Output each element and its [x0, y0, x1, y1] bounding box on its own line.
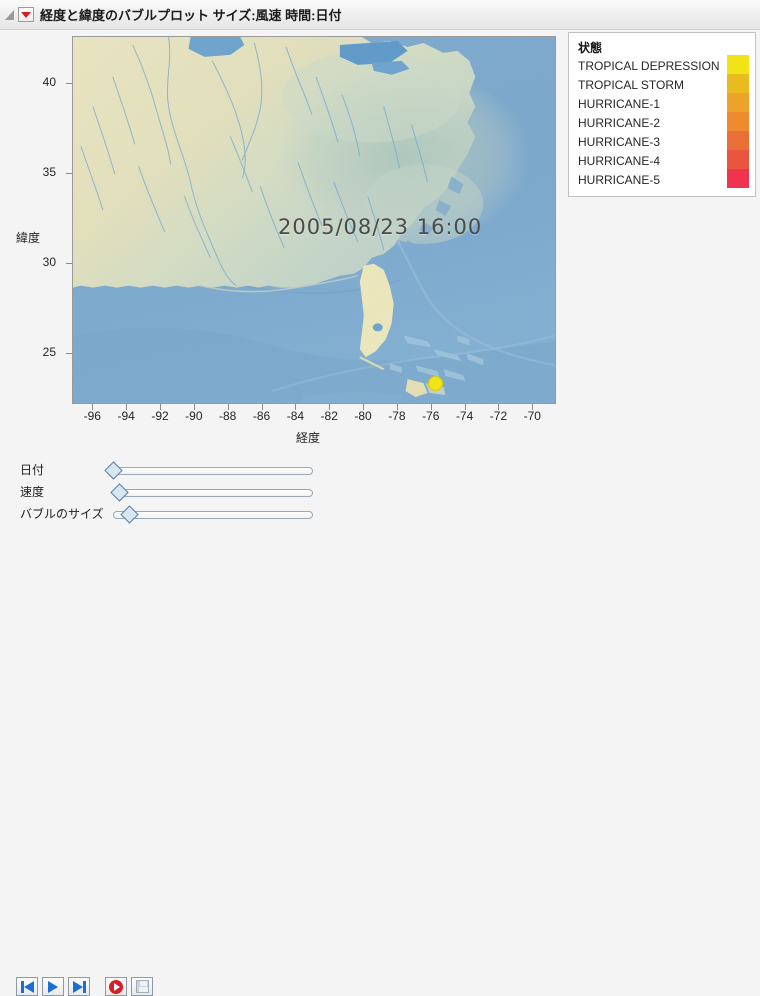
- x-axis-tick-mark: [532, 404, 534, 410]
- x-axis-tick-label: -70: [523, 409, 541, 423]
- slider-thumb[interactable]: [120, 505, 139, 524]
- animation-controls: 日付速度バブルのサイズ: [0, 452, 760, 996]
- legend-item[interactable]: HURRICANE-5: [578, 171, 720, 190]
- x-axis-tick-mark: [329, 404, 331, 410]
- playback-button-bar: [16, 977, 157, 996]
- x-axis-tick-label: -82: [320, 409, 338, 423]
- x-axis-tick-label: -90: [185, 409, 203, 423]
- play-button[interactable]: [42, 977, 64, 996]
- x-axis-tick-mark: [193, 404, 195, 410]
- legend-color-swatch[interactable]: [727, 169, 749, 188]
- x-axis-tick-label: -84: [286, 409, 305, 423]
- x-axis-tick-label: -96: [83, 409, 101, 423]
- step-backward-caret: [23, 980, 34, 993]
- legend-color-bar: [727, 55, 749, 188]
- legend-color-swatch[interactable]: [727, 131, 749, 150]
- legend-item[interactable]: HURRICANE-3: [578, 133, 720, 152]
- slider-label: 日付: [20, 463, 45, 477]
- x-axis-tick-label: -74: [455, 409, 474, 423]
- disclosure-caret: [21, 11, 31, 18]
- page-title: 経度と緯度のバブルプロット サイズ:風速 時間:日付: [40, 8, 342, 23]
- play-icon: [48, 980, 58, 993]
- y-axis-label: 緯度: [16, 231, 41, 245]
- x-axis-tick-label: -72: [489, 409, 508, 423]
- step-back-button[interactable]: [16, 977, 38, 996]
- x-axis-tick-label: -80: [354, 409, 372, 423]
- x-axis-tick-label: -88: [219, 409, 237, 423]
- x-axis-tick-mark: [464, 404, 466, 410]
- x-axis-tick-label: -86: [252, 409, 271, 423]
- slider-track[interactable]: [113, 511, 313, 519]
- slider-label: 速度: [20, 485, 45, 499]
- legend-color-swatch[interactable]: [727, 150, 749, 169]
- floppy-disk-icon: [135, 980, 149, 993]
- slider-row: 速度: [0, 482, 340, 502]
- x-axis-tick-mark: [160, 404, 161, 410]
- legend-color-swatch[interactable]: [727, 55, 749, 74]
- slider-row: 日付: [0, 460, 340, 480]
- x-axis-tick-label: -94: [117, 409, 135, 423]
- slider-label: バブルのサイズ: [20, 507, 104, 521]
- slider-track[interactable]: [113, 467, 313, 475]
- slider-thumb[interactable]: [104, 461, 123, 480]
- x-axis-label: 経度: [296, 431, 321, 445]
- outline-triangle-icon[interactable]: [5, 9, 14, 20]
- legend-item[interactable]: HURRICANE-2: [578, 114, 720, 133]
- x-axis-tick-mark: [92, 404, 94, 410]
- bubble-plot-chart: 2005/08/23 16:00 25 30 35 40 -96 -94 -92 -90 -8…: [0, 29, 560, 449]
- x-axis-tick-mark: [363, 404, 365, 410]
- save-button[interactable]: [131, 977, 153, 996]
- legend-item[interactable]: TROPICAL DEPRESSION: [578, 57, 720, 76]
- record-icon: [109, 979, 123, 994]
- x-axis-tick-label: -76: [422, 409, 440, 423]
- slider-track[interactable]: [113, 489, 313, 497]
- step-forward-icon: [82, 980, 86, 993]
- step-forward-caret: [72, 980, 83, 993]
- x-axis-tick-mark: [295, 404, 297, 410]
- red-disclosure-triangle-icon[interactable]: [18, 7, 34, 22]
- legend-title: 状態: [578, 41, 603, 55]
- x-axis-tick-label: -92: [151, 409, 169, 423]
- legend-color-swatch[interactable]: [727, 93, 749, 112]
- legend-panel: 状態 TROPICAL DEPRESSION TROPICAL STORM HURR…: [568, 32, 756, 197]
- step-forward-button[interactable]: [68, 977, 90, 996]
- x-axis-tick-mark: [396, 404, 398, 410]
- x-axis: -96 -94 -92 -90 -88 -86 -84 -82 -80 -78 -76 -74 -72 -…: [0, 29, 560, 449]
- x-axis-tick-mark: [498, 404, 500, 410]
- x-axis-tick-mark: [126, 404, 128, 410]
- legend-item-list: TROPICAL DEPRESSION TROPICAL STORM HURRICA…: [578, 57, 720, 190]
- record-button[interactable]: [105, 977, 127, 996]
- x-axis-tick-label: -78: [388, 409, 406, 423]
- slider-thumb[interactable]: [110, 483, 129, 502]
- slider-row: バブルのサイズ: [0, 504, 340, 524]
- x-axis-tick-mark: [261, 404, 263, 410]
- legend-item[interactable]: HURRICANE-4: [578, 152, 720, 171]
- legend-color-swatch[interactable]: [727, 74, 749, 93]
- legend-item[interactable]: HURRICANE-1: [578, 95, 720, 114]
- x-axis-tick-mark: [227, 404, 229, 410]
- legend-item[interactable]: TROPICAL STORM: [578, 76, 720, 95]
- legend-color-swatch[interactable]: [727, 112, 749, 131]
- window-title-bar: 経度と緯度のバブルプロット サイズ:風速 時間:日付: [0, 0, 760, 30]
- x-axis-tick-mark: [430, 404, 432, 410]
